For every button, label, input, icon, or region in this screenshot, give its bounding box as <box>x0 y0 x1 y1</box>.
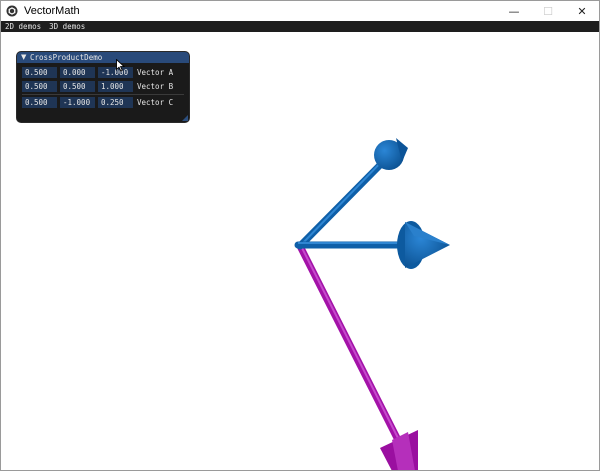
vector-c-arrow <box>296 242 418 471</box>
vector-b-z-input[interactable]: 1.000 <box>98 81 133 92</box>
panel-header[interactable]: ▼ CrossProductDemo <box>17 52 189 63</box>
panel-separator <box>22 94 184 95</box>
vector-c-z-value: 0.250 <box>98 97 133 108</box>
panel-resize-grip[interactable] <box>182 115 188 121</box>
vector-c-y-value: -1.000 <box>60 97 95 108</box>
app-logo-icon <box>6 5 18 17</box>
vector-a-label: Vector A <box>137 68 174 77</box>
menu-3d-demos[interactable]: 3D demos <box>45 21 89 32</box>
vector-a-row: 0.500 0.000 -1.000 Vector A <box>22 67 173 78</box>
vector-c-label: Vector C <box>137 98 174 107</box>
window-controls: — ☐ ✕ <box>497 1 599 21</box>
minimize-button[interactable]: — <box>497 1 531 21</box>
menu-2d-demos[interactable]: 2D demos <box>1 21 45 32</box>
close-button[interactable]: ✕ <box>565 1 599 21</box>
window-title: VectorMath <box>24 5 80 17</box>
vector-b-row: 0.500 0.500 1.000 Vector B <box>22 81 173 92</box>
vector-c-row: 0.500 -1.000 0.250 Vector C <box>22 97 173 108</box>
vector-a-y-input[interactable]: 0.000 <box>60 67 95 78</box>
menu-bar: 2D demos 3D demos <box>1 21 599 32</box>
cross-product-panel[interactable]: ▼ CrossProductDemo 0.500 0.000 -1.000 Ve… <box>17 52 189 122</box>
vector-b-label: Vector B <box>137 82 174 91</box>
vector-b-arrow <box>296 138 408 250</box>
collapse-arrow-icon[interactable]: ▼ <box>21 52 30 63</box>
title-bar[interactable]: VectorMath — ☐ ✕ <box>1 1 599 21</box>
panel-title: CrossProductDemo <box>30 53 103 62</box>
mouse-cursor-icon <box>116 59 125 72</box>
vector-b-x-input[interactable]: 0.500 <box>22 81 57 92</box>
vector-c-x-value: 0.500 <box>22 97 57 108</box>
vector-a-x-input[interactable]: 0.500 <box>22 67 57 78</box>
vector-b-y-input[interactable]: 0.500 <box>60 81 95 92</box>
maximize-button[interactable]: ☐ <box>531 1 565 21</box>
